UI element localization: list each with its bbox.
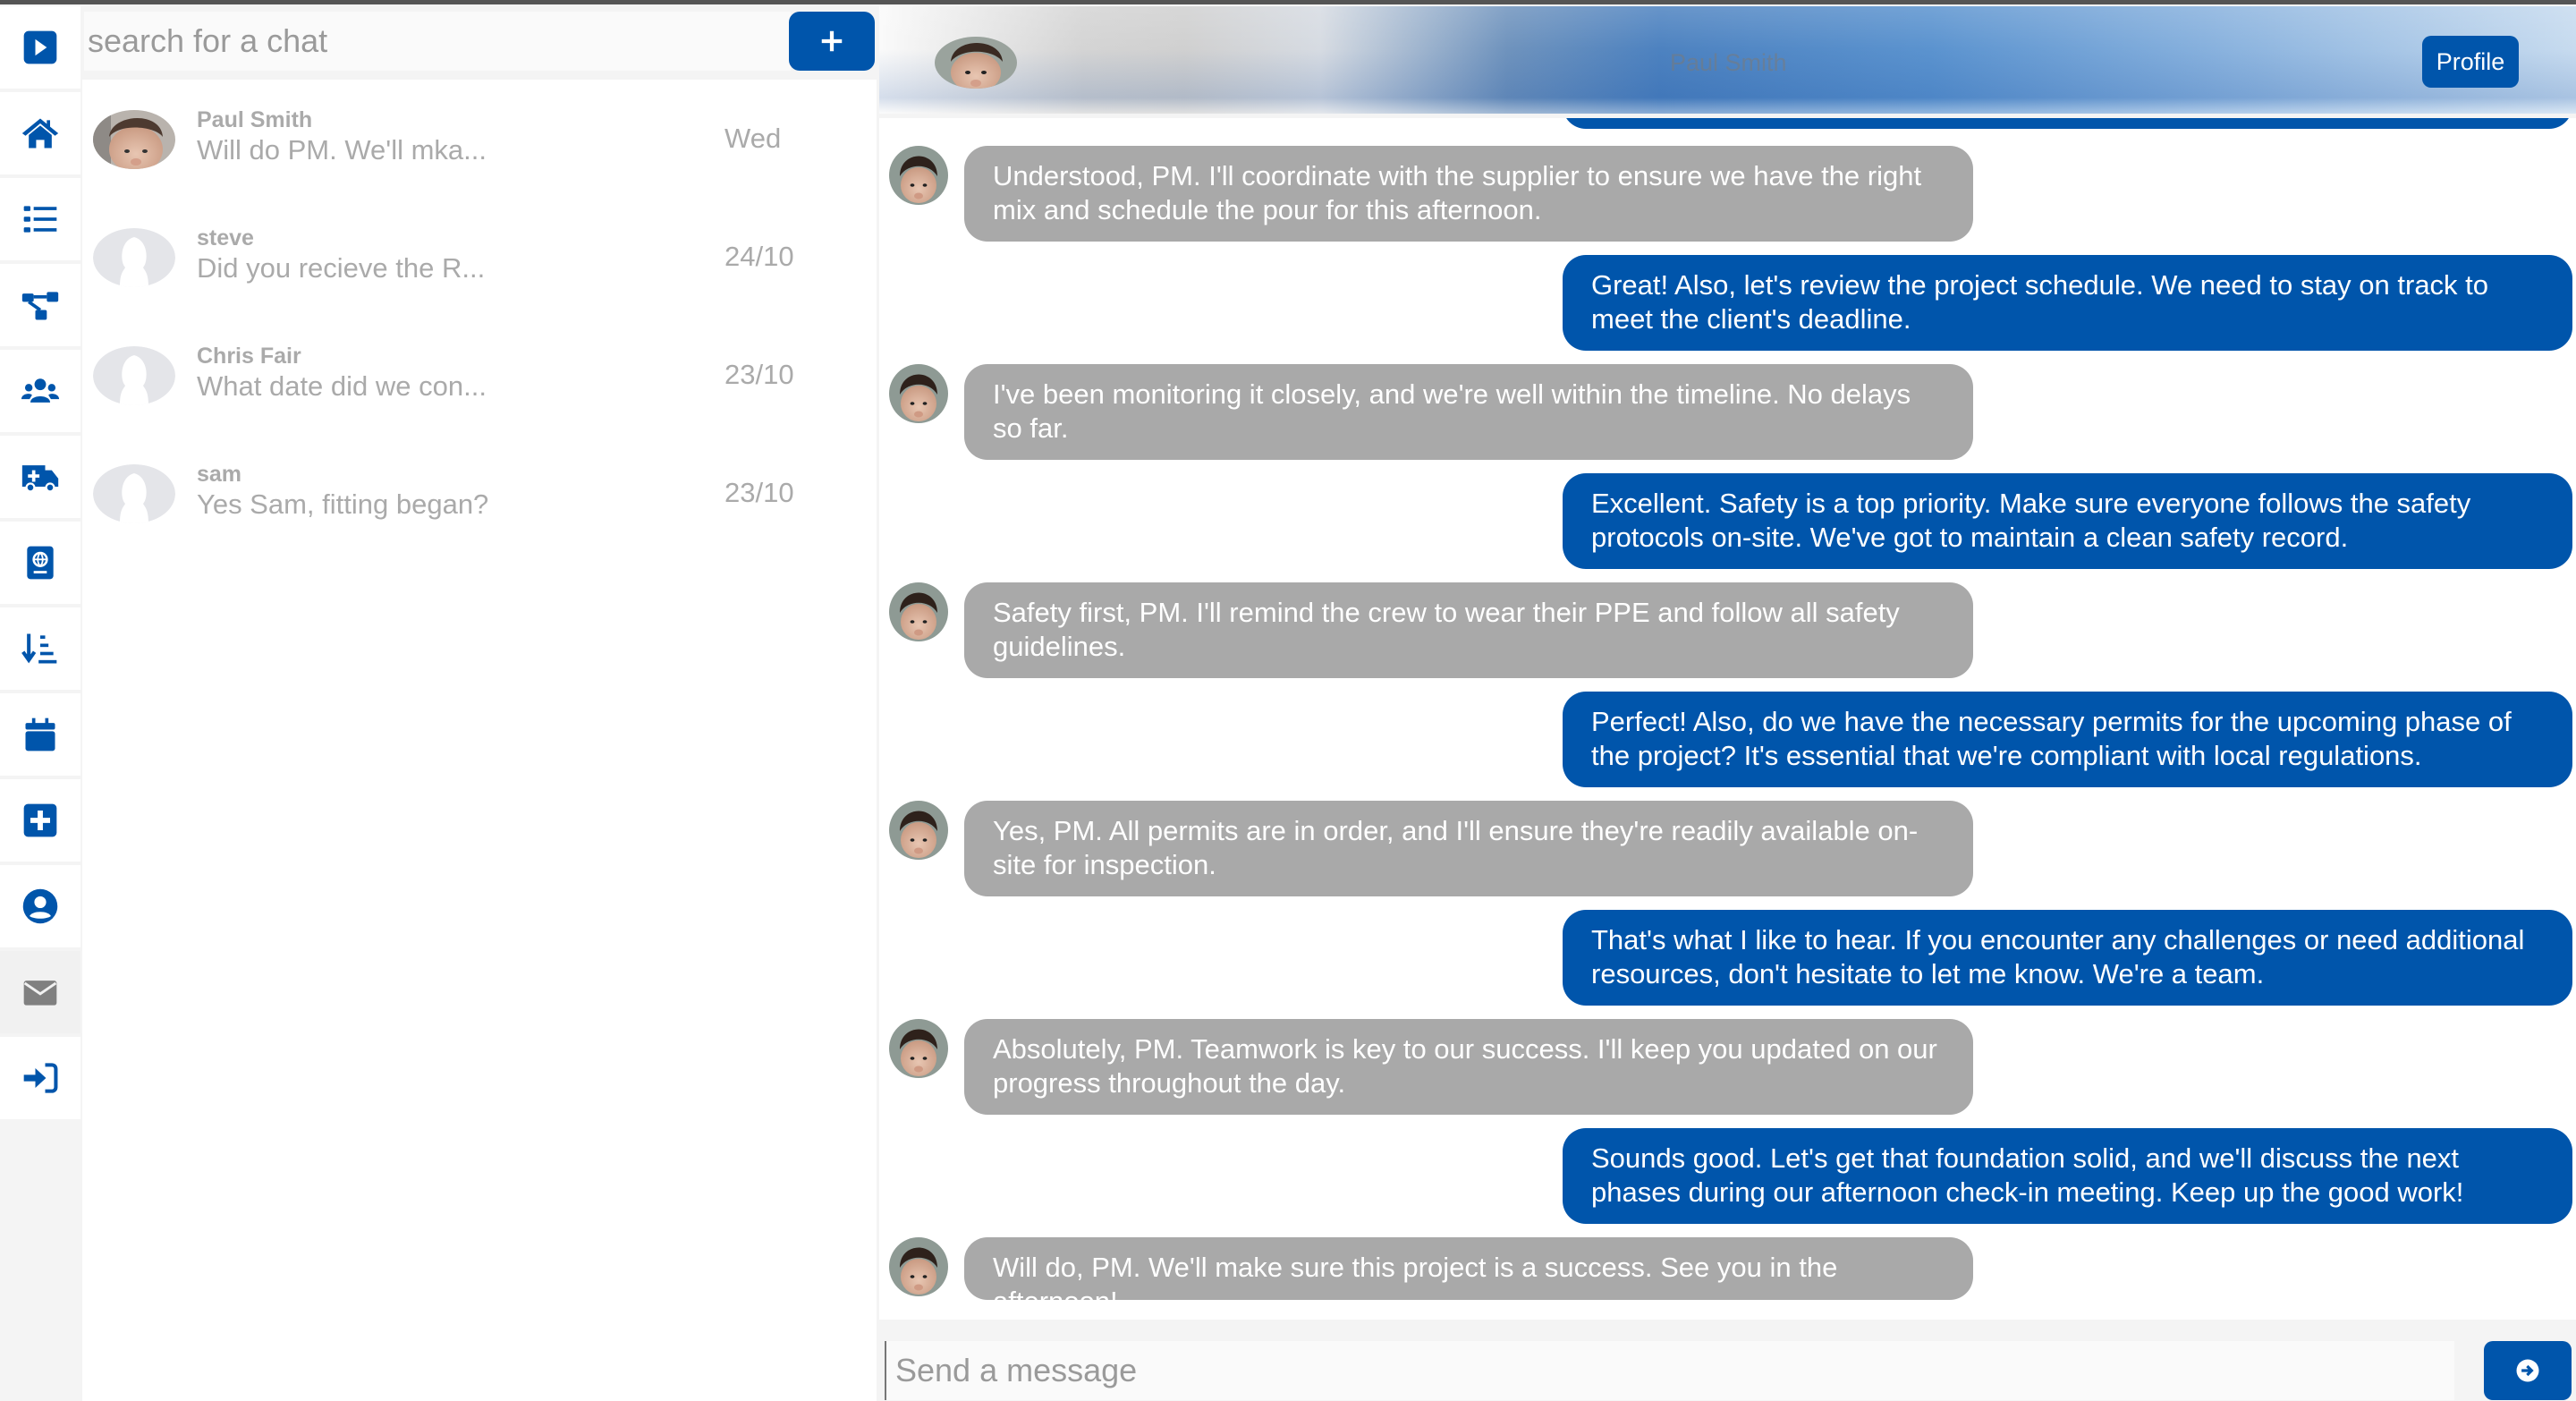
contact-avatar[interactable]: [935, 37, 1017, 89]
sender-avatar: [889, 364, 948, 423]
chat-date: 23/10: [724, 359, 794, 390]
sender-avatar: [889, 146, 948, 205]
sender-avatar: [889, 1237, 948, 1296]
passport-icon: [27, 546, 54, 580]
plus-square-icon: [23, 803, 57, 837]
chat-contact-name: sam: [197, 462, 242, 487]
plus-icon: [821, 30, 843, 52]
chat-date: Wed: [724, 123, 782, 154]
chat-contact-name: Chris Fair: [197, 344, 301, 369]
profile-button[interactable]: Profile: [2422, 36, 2519, 88]
message-bubble-outgoing: Sounds good. Let's get that foundation s…: [1563, 1128, 2572, 1224]
sender-avatar: [889, 1019, 948, 1078]
ambulance-icon: [21, 465, 59, 493]
sort-amount-down-icon: [21, 633, 57, 664]
new-chat-button[interactable]: [789, 12, 875, 71]
message-bubble-outgoing-partial: [1563, 118, 2572, 129]
message-input[interactable]: [885, 1341, 2454, 1400]
sidebar-item-sort[interactable]: [0, 607, 80, 690]
message-bubble-incoming: Absolutely, PM. Teamwork is key to our s…: [964, 1019, 1973, 1115]
sidebar-item-expand[interactable]: [0, 6, 80, 89]
sidebar-item-home[interactable]: [0, 92, 80, 174]
sender-avatar: [889, 582, 948, 641]
play-square-icon: [23, 30, 57, 64]
conversation-header: Paul Smith Profile: [879, 6, 2576, 114]
chat-last-message: Yes Sam, fitting began?: [197, 488, 489, 520]
send-button[interactable]: [2484, 1341, 2572, 1400]
sidebar-item-ambulance[interactable]: [0, 436, 80, 518]
message-bubble-outgoing: Great! Also, let's review the project sc…: [1563, 255, 2572, 351]
sidebar-item-add[interactable]: [0, 779, 80, 862]
avatar-placeholder: [93, 464, 175, 523]
sidebar-item-list[interactable]: [0, 178, 80, 260]
chat-contact-name: Paul Smith: [197, 107, 313, 132]
chat-list-item-paul-smith[interactable]: Paul Smith Will do PM. We'll mka... Wed: [82, 83, 877, 201]
message-bubble-incoming: Yes, PM. All permits are in order, and I…: [964, 801, 1973, 896]
chat-last-message: What date did we con...: [197, 370, 487, 402]
conversation-panel: Paul Smith Profile Understood, PM. I'll …: [879, 4, 2576, 1401]
chat-list-item-chris-fair[interactable]: Chris Fair What date did we con... 23/10: [82, 319, 877, 437]
chat-last-message: Did you recieve the R...: [197, 252, 486, 284]
users-icon: [21, 378, 60, 403]
chat-contact-name: steve: [197, 225, 254, 250]
sender-avatar: [889, 801, 948, 860]
message-bubble-outgoing: Excellent. Safety is a top priority. Mak…: [1563, 473, 2572, 569]
chat-list-panel: Paul Smith Will do PM. We'll mka... Wed …: [82, 4, 877, 1401]
search-row: [82, 4, 877, 80]
user-circle-icon: [22, 888, 58, 924]
message-bubble-outgoing: Perfect! Also, do we have the necessary …: [1563, 692, 2572, 787]
sign-in-icon: [23, 1063, 58, 1093]
avatar-placeholder: [93, 228, 175, 287]
message-bubble-outgoing: That's what I like to hear. If you encou…: [1563, 910, 2572, 1006]
avatar-placeholder: [93, 346, 175, 405]
sidebar-item-passport[interactable]: [0, 522, 80, 604]
sidebar-item-workflow[interactable]: [0, 264, 80, 346]
chat-list-item-steve[interactable]: steve Did you recieve the R... 24/10: [82, 201, 877, 319]
sidebar-item-sign-in[interactable]: [0, 1037, 80, 1119]
sidebar-nav: [0, 4, 82, 1401]
message-list[interactable]: Understood, PM. I'll coordinate with the…: [879, 118, 2576, 1320]
arrow-circle-right-icon: [2516, 1359, 2539, 1382]
message-bubble-incoming: Understood, PM. I'll coordinate with the…: [964, 146, 1973, 242]
message-bubble-incoming: I've been monitoring it closely, and we'…: [964, 364, 1973, 460]
chat-last-message: Will do PM. We'll mka...: [197, 134, 487, 166]
sidebar-item-team[interactable]: [0, 350, 80, 432]
message-bubble-incoming: Will do, PM. We'll make sure this projec…: [964, 1237, 1973, 1317]
sidebar-item-profile[interactable]: [0, 865, 80, 947]
home-icon: [21, 118, 59, 149]
chat-date: 23/10: [724, 477, 794, 508]
message-composer: [879, 1320, 2576, 1401]
chat-date: 24/10: [724, 241, 794, 272]
avatar: [93, 110, 175, 169]
sidebar-item-calendar[interactable]: [0, 693, 80, 776]
message-bubble-incoming: Safety first, PM. I'll remind the crew t…: [964, 582, 1973, 678]
search-chat-input[interactable]: [84, 12, 791, 71]
sitemap-icon: [21, 292, 59, 320]
chat-list-item-sam[interactable]: sam Yes Sam, fitting began? 23/10: [82, 437, 877, 556]
contact-name: Paul Smith: [1670, 49, 1787, 76]
calendar-icon: [25, 717, 55, 751]
envelope-icon: [23, 981, 57, 1006]
list-icon: [23, 206, 57, 233]
sidebar-item-messages[interactable]: [0, 951, 80, 1033]
